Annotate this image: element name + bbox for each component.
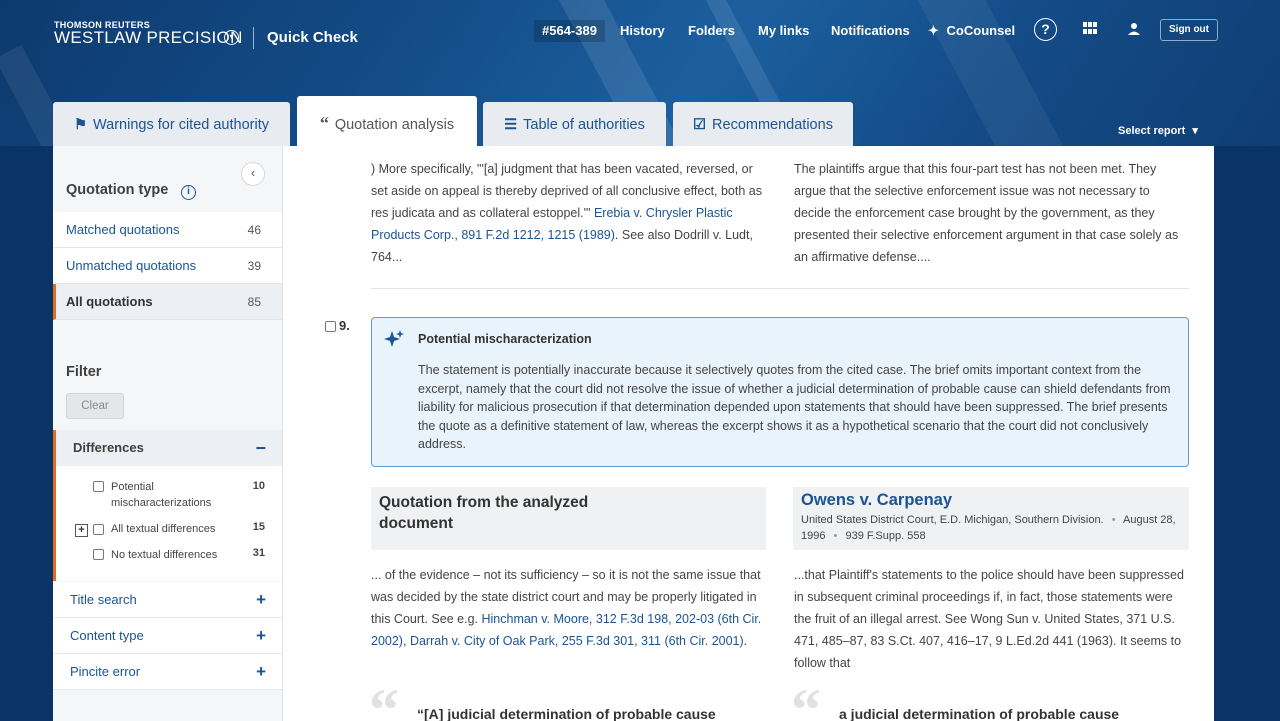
user-icon[interactable]	[1127, 22, 1141, 36]
checkbox-potential-mischaracterizations[interactable]	[93, 481, 104, 492]
quotation-type-unmatched[interactable]: Unmatched quotations 39	[53, 248, 282, 284]
tab-quotation-analysis[interactable]: “ Quotation analysis	[297, 96, 477, 146]
product-name[interactable]: Quick Check	[267, 29, 358, 46]
expand-plus-icon: +	[256, 590, 266, 609]
quotation-type-label: Unmatched quotations	[66, 258, 197, 273]
filter-heading: Filter	[66, 364, 102, 380]
quotation-type-all[interactable]: All quotations 85	[53, 284, 282, 320]
diff-item-label: No textual differences	[111, 549, 218, 561]
quotation-type-heading: Quotation type	[66, 182, 169, 198]
quote-icon: “	[319, 113, 329, 133]
differences-filter-group: Differences − Potential mischaracterizat…	[53, 430, 282, 581]
case-citation: 939 F.Supp. 558	[845, 530, 926, 542]
brief-quotation: “[A] judicial determination of probable …	[417, 706, 716, 721]
diff-item-count: 10	[252, 480, 265, 492]
tab-table-of-authorities[interactable]: ☰ Table of authorities	[483, 102, 666, 146]
help-icon[interactable]: ?	[1034, 18, 1057, 41]
case-metadata: United States District Court, E.D. Michi…	[801, 512, 1181, 544]
quotation-type-label: All quotations	[66, 294, 153, 309]
citation-link[interactable]: Darrah v. City of Oak Park, 255 F.3d 301…	[410, 634, 744, 648]
diff-item-label: Potential mischaracterizations	[111, 481, 212, 509]
sparkle-icon: ✦	[928, 23, 939, 38]
nav-folders[interactable]: Folders	[688, 20, 735, 42]
nav-my-links[interactable]: My links	[758, 20, 809, 42]
filter-title-search[interactable]: Title search +	[53, 582, 282, 618]
tab-label: Warnings for cited authority	[93, 117, 269, 133]
alert-title: Potential mischaracterization	[418, 332, 592, 346]
nav-cocounsel[interactable]: ✦ CoCounsel	[928, 20, 1015, 42]
app-header: THOMSON REUTERS WESTLAW PRECISION ▾ Quic…	[0, 0, 1280, 146]
expand-plus-icon[interactable]: +	[75, 524, 88, 537]
expand-plus-icon: +	[256, 626, 266, 645]
select-report-label: Select report	[1118, 125, 1186, 137]
flag-icon: ⚑	[74, 117, 88, 133]
diff-item-count: 15	[252, 521, 265, 533]
collapse-minus-icon: −	[255, 438, 266, 458]
divider	[371, 288, 1189, 289]
quotation-type-matched[interactable]: Matched quotations 46	[53, 212, 282, 248]
tab-label: Quotation analysis	[334, 117, 455, 133]
apps-grid-icon[interactable]	[1083, 22, 1098, 35]
quotation-type-count: 46	[247, 223, 261, 237]
client-id-button[interactable]: #564-389	[534, 20, 605, 42]
quotation-type-label: Matched quotations	[66, 222, 180, 237]
tab-warnings[interactable]: ⚑ Warnings for cited authority	[53, 102, 290, 146]
filter-label: Content type	[70, 628, 144, 643]
chevron-down-icon[interactable]: ▾	[224, 30, 239, 45]
filter-sidebar: ‹ Quotation type i Matched quotations 46…	[53, 146, 283, 721]
caret-down-icon: ▾	[1192, 125, 1198, 137]
analyzed-document-excerpt: ... of the evidence – not its sufficienc…	[371, 564, 766, 652]
cited-case-excerpt: ...that Plaintiff's statements to the po…	[794, 568, 1184, 670]
case-quotation: a judicial determination of probable cau…	[839, 706, 1120, 721]
quotation-results-pane: ) More specifically, "'[a] judgment that…	[283, 146, 1214, 721]
mischaracterization-alert: Potential mischaracterization The statem…	[371, 317, 1189, 467]
analyzed-document-header: Quotation from the analyzed document	[371, 487, 766, 550]
excerpt-text: .	[743, 634, 748, 648]
brand-logo[interactable]: WESTLAW PRECISION	[54, 28, 243, 48]
filter-label: Pincite error	[70, 664, 141, 679]
cited-case-header: Owens v. Carpenay United States District…	[793, 487, 1189, 550]
clear-filter-button[interactable]: Clear	[66, 393, 124, 419]
previous-case-excerpt: The plaintiffs argue that this four-part…	[794, 162, 1179, 264]
filter-label: Title search	[70, 592, 137, 607]
tab-recommendations[interactable]: ☑ Recommendations	[673, 102, 853, 146]
cocounsel-label: CoCounsel	[946, 23, 1016, 38]
filter-content-type[interactable]: Content type +	[53, 618, 282, 654]
court-name: United States District Court, E.D. Michi…	[801, 514, 1104, 526]
filter-pincite-error[interactable]: Pincite error +	[53, 654, 282, 690]
sign-out-button[interactable]: Sign out	[1160, 19, 1218, 41]
brand-divider	[253, 27, 254, 49]
differences-title: Differences	[73, 440, 144, 455]
checkbox-all-textual-differences[interactable]	[93, 524, 104, 535]
diff-item-count: 31	[252, 547, 265, 559]
previous-brief-excerpt: ) More specifically, "'[a] judgment that…	[371, 158, 766, 268]
panel-title: Quotation from the analyzed document	[379, 494, 589, 532]
info-icon[interactable]: i	[181, 185, 196, 200]
separator-dot: •	[833, 530, 838, 542]
chevron-left-icon[interactable]: ‹	[241, 162, 265, 186]
quotation-type-count: 85	[247, 295, 261, 309]
quotation-type-count: 39	[247, 259, 261, 273]
expand-plus-icon: +	[256, 662, 266, 681]
checkbox-icon: ☑	[693, 117, 707, 133]
alert-body: The statement is potentially inaccurate …	[418, 363, 1171, 451]
excerpt-text: ,	[402, 634, 410, 648]
case-name-link[interactable]: Owens v. Carpenay	[801, 491, 1181, 510]
separator-dot: •	[1111, 514, 1116, 526]
tab-label: Recommendations	[712, 117, 833, 133]
quotation-number: 9.	[339, 318, 350, 333]
quote-mark-icon: “	[369, 677, 399, 721]
differences-toggle[interactable]: Differences −	[56, 430, 282, 466]
sparkle-icon	[384, 330, 404, 347]
tab-label: Table of authorities	[523, 117, 645, 133]
nav-history[interactable]: History	[620, 20, 665, 42]
list-icon: ☰	[504, 117, 518, 133]
nav-notifications[interactable]: Notifications	[831, 20, 910, 42]
quote-mark-icon: “	[791, 677, 821, 721]
select-quotation-checkbox[interactable]	[325, 321, 336, 332]
diff-item-label: All textual differences	[111, 523, 216, 535]
checkbox-no-textual-differences[interactable]	[93, 549, 104, 560]
select-report-dropdown[interactable]: Select report ▾	[1118, 124, 1198, 137]
